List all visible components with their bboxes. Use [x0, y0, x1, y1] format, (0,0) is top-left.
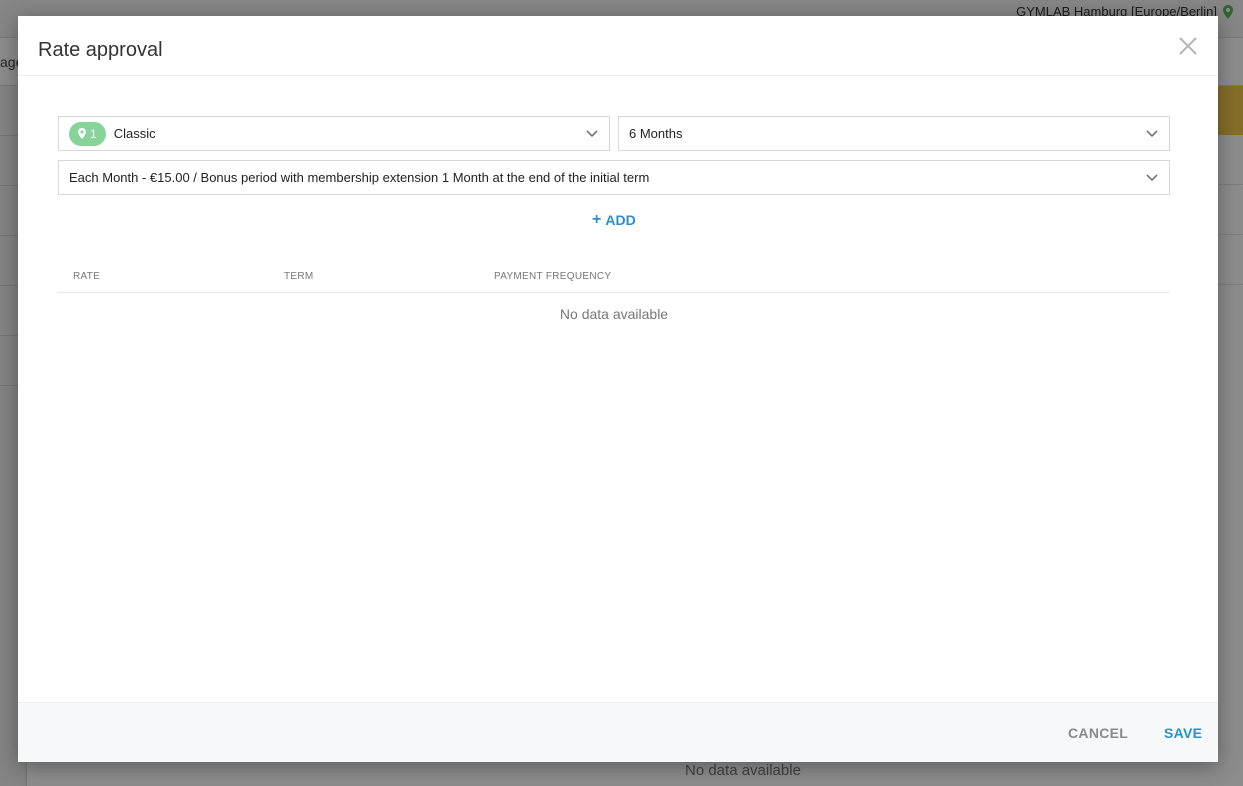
badge-count: 1 [90, 126, 97, 141]
chevron-down-icon [1146, 130, 1158, 138]
save-button[interactable]: SAVE [1164, 725, 1202, 741]
close-button[interactable] [1176, 34, 1200, 58]
close-icon [1179, 37, 1197, 55]
column-header-term[interactable]: TERM [284, 271, 314, 282]
payment-frequency-select[interactable]: Each Month - €15.00 / Bonus period with … [58, 160, 1170, 195]
add-button[interactable]: + ADD [592, 211, 636, 229]
location-count-badge: 1 [69, 121, 106, 146]
rates-table: RATE TERM PAYMENT FREQUENCY No data avai… [58, 262, 1170, 322]
term-select[interactable]: 6 Months [618, 116, 1170, 151]
chevron-down-icon [586, 130, 598, 138]
payment-frequency-value: Each Month - €15.00 / Bonus period with … [69, 170, 650, 185]
rate-select[interactable]: 1 Classic [58, 116, 610, 151]
dialog-header: Rate approval [18, 16, 1218, 76]
plus-icon: + [592, 211, 602, 228]
dialog-title: Rate approval [38, 39, 163, 61]
table-empty-text: No data available [559, 306, 669, 322]
table-header: RATE TERM PAYMENT FREQUENCY [58, 262, 1170, 293]
map-pin-icon [78, 128, 86, 139]
chevron-down-icon [1146, 174, 1158, 182]
cancel-button[interactable]: CANCEL [1068, 725, 1128, 741]
rate-approval-dialog: Rate approval 1 Classic 6 Months Each Mo… [18, 16, 1218, 762]
dialog-body: 1 Classic 6 Months Each Month - €15.00 /… [18, 76, 1218, 702]
term-select-value: 6 Months [629, 126, 683, 141]
dialog-footer: CANCEL SAVE [18, 702, 1218, 762]
column-header-rate[interactable]: RATE [73, 271, 100, 282]
column-header-payment-frequency[interactable]: PAYMENT FREQUENCY [494, 271, 611, 282]
add-button-label: ADD [605, 212, 636, 228]
rate-select-value: Classic [113, 126, 156, 141]
